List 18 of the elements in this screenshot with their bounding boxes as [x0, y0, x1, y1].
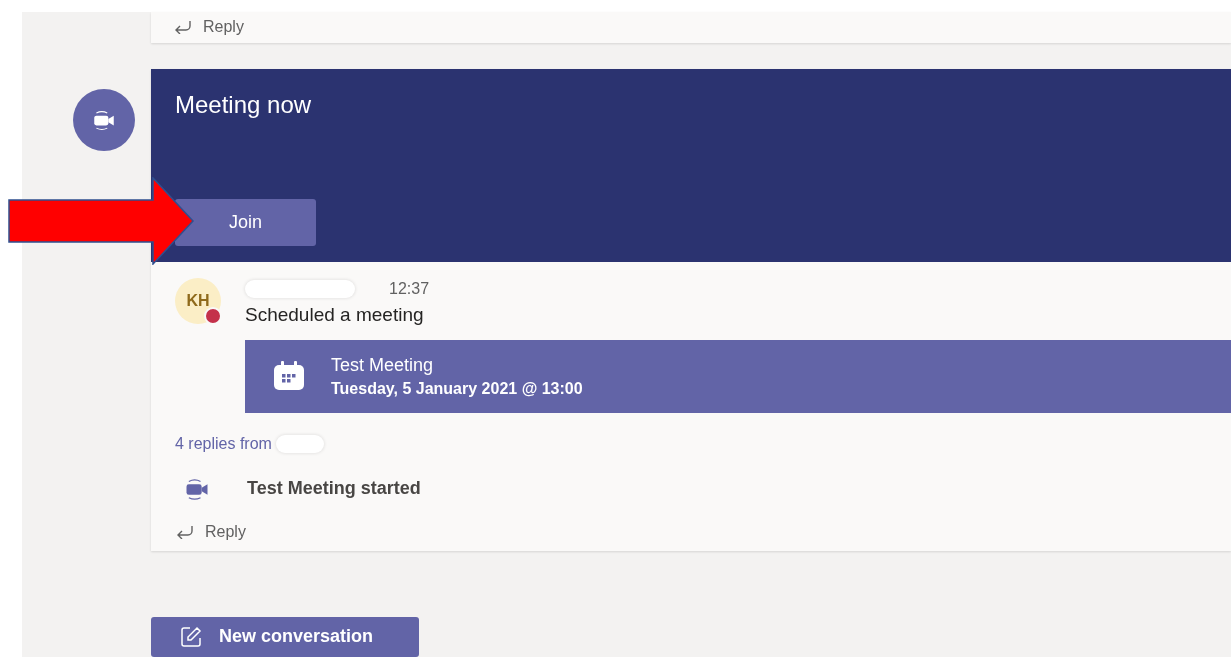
busy-status-icon [204, 306, 222, 325]
meeting-date: Tuesday, 5 January 2021 @ 13:00 [331, 379, 583, 398]
reply-arrow-icon [175, 524, 195, 539]
user-avatar: KH [175, 277, 221, 324]
meeting-invite-card[interactable]: Test Meeting Tuesday, 5 January 2021 @ 13:00 [245, 339, 1231, 413]
compose-icon [179, 624, 203, 649]
reply-button[interactable]: Reply [175, 522, 246, 541]
event-text: Test Meeting started [247, 478, 421, 500]
join-button[interactable]: Join [175, 198, 316, 246]
reply-arrow-icon [173, 20, 193, 35]
new-conversation-button[interactable]: New conversation [151, 616, 419, 657]
meeting-title: Meeting now [175, 90, 312, 119]
message-text: Scheduled a meeting [245, 303, 425, 326]
message-time: 12:37 [389, 279, 430, 298]
replies-link[interactable]: 4 replies from [175, 434, 272, 453]
reply-button[interactable]: Reply [173, 18, 244, 37]
meeting-name: Test Meeting [331, 354, 435, 376]
calendar-icon [273, 360, 305, 393]
